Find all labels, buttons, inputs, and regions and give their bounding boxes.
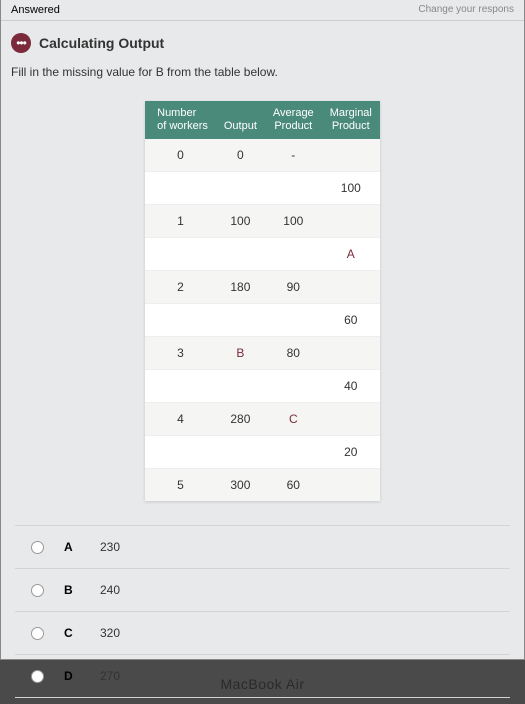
table-cell bbox=[216, 172, 265, 205]
table-cell: 60 bbox=[265, 469, 322, 502]
table-row: 60 bbox=[145, 304, 380, 337]
table-cell bbox=[265, 172, 322, 205]
table-cell: 3 bbox=[145, 337, 216, 370]
table-cell: 100 bbox=[265, 205, 322, 238]
table-cell bbox=[265, 238, 322, 271]
option-letter: C bbox=[64, 626, 80, 640]
option-letter: A bbox=[64, 540, 80, 554]
table-cell bbox=[216, 370, 265, 403]
table-cell: - bbox=[265, 139, 322, 172]
table-cell: A bbox=[322, 238, 380, 271]
table-cell bbox=[322, 271, 380, 304]
production-table: Numberof workers Output AverageProduct M… bbox=[145, 101, 380, 501]
table-cell: C bbox=[265, 403, 322, 436]
table-cell: 100 bbox=[216, 205, 265, 238]
radio-icon[interactable] bbox=[31, 584, 44, 597]
table-cell bbox=[145, 304, 216, 337]
radio-icon[interactable] bbox=[31, 627, 44, 640]
table-cell bbox=[145, 238, 216, 271]
table-row: 530060 bbox=[145, 469, 380, 502]
table-row: 3B80 bbox=[145, 337, 380, 370]
change-response-link[interactable]: Change your respons bbox=[418, 4, 514, 16]
section-title: Calculating Output bbox=[39, 35, 164, 51]
option-value: 230 bbox=[100, 540, 120, 554]
col-marginal: MarginalProduct bbox=[322, 101, 380, 139]
device-label: MacBook Air bbox=[0, 676, 525, 692]
table-cell bbox=[216, 436, 265, 469]
table-cell: 280 bbox=[216, 403, 265, 436]
table-row: 4280C bbox=[145, 403, 380, 436]
table-cell: 80 bbox=[265, 337, 322, 370]
col-workers: Numberof workers bbox=[145, 101, 216, 139]
table-cell: 90 bbox=[265, 271, 322, 304]
col-average: AverageProduct bbox=[265, 101, 322, 139]
table-cell: 1 bbox=[145, 205, 216, 238]
radio-icon[interactable] bbox=[31, 541, 44, 554]
table-cell: 5 bbox=[145, 469, 216, 502]
option-value: 320 bbox=[100, 626, 120, 640]
table-cell bbox=[265, 304, 322, 337]
table-cell: 4 bbox=[145, 403, 216, 436]
table-cell bbox=[322, 139, 380, 172]
col-output: Output bbox=[216, 101, 265, 139]
answered-label: Answered bbox=[11, 4, 60, 16]
table-cell: 40 bbox=[322, 370, 380, 403]
table-cell bbox=[322, 469, 380, 502]
option-c[interactable]: C 320 bbox=[15, 611, 510, 654]
table-row: 100 bbox=[145, 172, 380, 205]
table-cell: 300 bbox=[216, 469, 265, 502]
quiz-screen: Answered Change your respons ••• Calcula… bbox=[0, 0, 525, 660]
table-cell bbox=[145, 370, 216, 403]
table-row: 20 bbox=[145, 436, 380, 469]
table-cell bbox=[216, 304, 265, 337]
table-cell: 180 bbox=[216, 271, 265, 304]
option-b[interactable]: B 240 bbox=[15, 568, 510, 611]
table-row: 218090 bbox=[145, 271, 380, 304]
table-cell: B bbox=[216, 337, 265, 370]
table-cell: 0 bbox=[145, 139, 216, 172]
table-cell: 60 bbox=[322, 304, 380, 337]
table-cell bbox=[216, 238, 265, 271]
option-a[interactable]: A 230 bbox=[15, 525, 510, 568]
table-cell bbox=[265, 436, 322, 469]
option-value: 240 bbox=[100, 583, 120, 597]
table-row: 1100100 bbox=[145, 205, 380, 238]
table-cell: 2 bbox=[145, 271, 216, 304]
instruction-text: Fill in the missing value for B from the… bbox=[1, 61, 524, 93]
option-letter: B bbox=[64, 583, 80, 597]
table-cell bbox=[145, 172, 216, 205]
table-cell: 20 bbox=[322, 436, 380, 469]
table-row: 40 bbox=[145, 370, 380, 403]
table-container: Numberof workers Output AverageProduct M… bbox=[1, 93, 524, 519]
table-row: A bbox=[145, 238, 380, 271]
section-header: ••• Calculating Output bbox=[1, 21, 524, 61]
table-cell bbox=[145, 436, 216, 469]
table-cell bbox=[322, 337, 380, 370]
table-cell bbox=[322, 205, 380, 238]
table-cell: 0 bbox=[216, 139, 265, 172]
table-cell: 100 bbox=[322, 172, 380, 205]
table-row: 00- bbox=[145, 139, 380, 172]
table-cell bbox=[322, 403, 380, 436]
more-icon: ••• bbox=[11, 33, 31, 53]
top-bar: Answered Change your respons bbox=[1, 0, 524, 21]
table-cell bbox=[265, 370, 322, 403]
